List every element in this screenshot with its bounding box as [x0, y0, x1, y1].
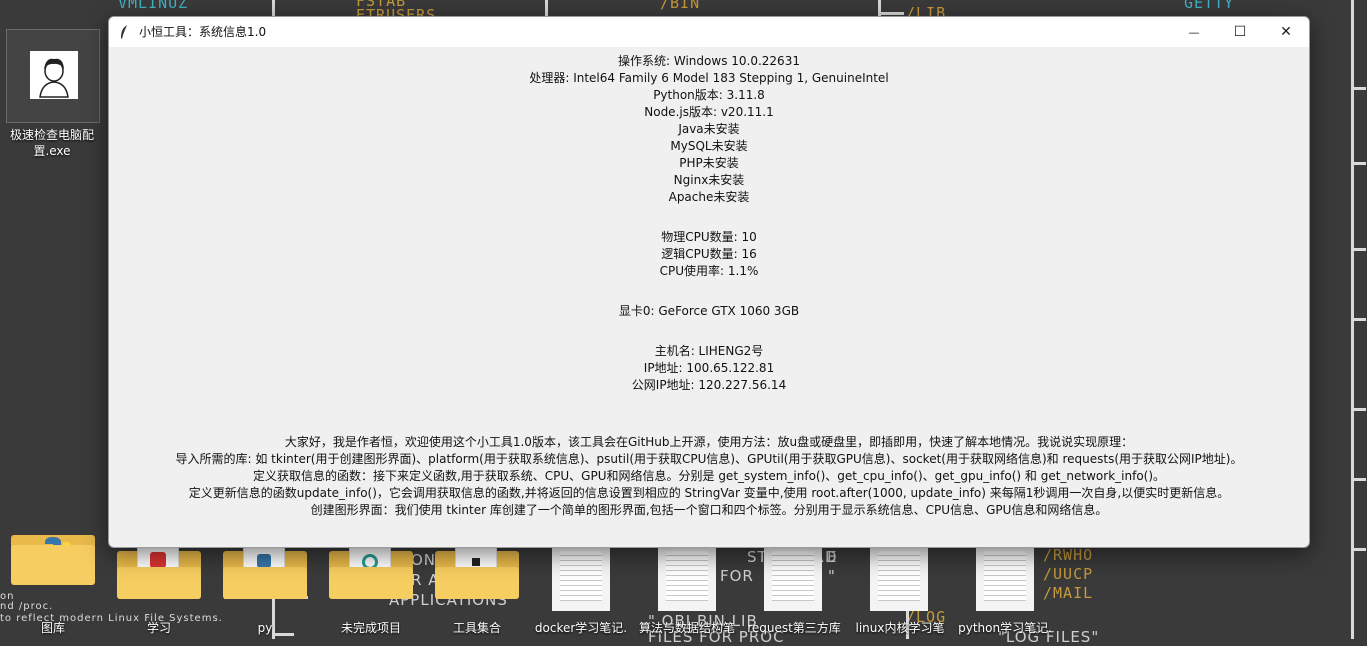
network-info-line: 公网IP地址: 120.227.56.14 — [631, 378, 787, 392]
wallpaper-tick — [1352, 408, 1366, 411]
desktop-icon-exe[interactable] — [6, 29, 100, 123]
network-info-line: IP地址: 100.65.122.81 — [643, 361, 775, 375]
title-bar[interactable]: 小恒工具：系统信息1.0 — ☐ ✕ — [109, 17, 1309, 47]
feather-icon — [119, 24, 129, 40]
system-info-line: Java未安装 — [678, 122, 740, 136]
close-button[interactable]: ✕ — [1263, 17, 1309, 47]
avatar-icon — [30, 51, 78, 99]
wallpaper-text: FOR — [720, 567, 754, 585]
wallpaper-tick — [1352, 318, 1366, 321]
system-info-line: 操作系统: Windows 10.0.22631 — [618, 54, 800, 68]
system-info-line: 处理器: Intel64 Family 6 Model 183 Stepping… — [529, 71, 889, 85]
minimize-icon: — — [1188, 26, 1200, 39]
system-info-line: Apache未安装 — [668, 190, 750, 204]
minimize-button[interactable]: — — [1171, 17, 1217, 47]
wallpaper-text: VMLINUZ — [118, 0, 189, 12]
python-folder-icon[interactable] — [11, 531, 95, 585]
network-info-label: 主机名: LIHENG2号 IP地址: 100.65.122.81 公网IP地址… — [109, 343, 1309, 394]
wallpaper-tick — [1352, 162, 1366, 165]
system-info-line: Nginx未安装 — [673, 173, 745, 187]
gpu-info-line: 显卡0: GeForce GTX 1060 3GB — [618, 304, 800, 318]
description-line: 定义获取信息的函数：接下来定义函数,用于获取系统、CPU、GPU和网络信息。分别… — [252, 469, 1166, 483]
wallpaper-text: /BIN — [660, 0, 701, 12]
cpu-info-label: 物理CPU数量: 10 逻辑CPU数量: 16 CPU使用率: 1.1% — [109, 229, 1309, 280]
maximize-icon: ☐ — [1233, 24, 1247, 40]
folder-icon[interactable] — [435, 545, 519, 599]
wallpaper-line — [878, 12, 904, 15]
system-info-line: Python版本: 3.11.8 — [653, 88, 765, 102]
exe-label: 极速检查电脑配置.exe — [9, 128, 94, 158]
cpu-info-line: 逻辑CPU数量: 16 — [661, 247, 757, 261]
maximize-button[interactable]: ☐ — [1217, 17, 1263, 47]
app-window: 小恒工具：系统信息1.0 — ☐ ✕ 操作系统: Windows 10.0.22… — [108, 16, 1310, 548]
gpu-info-label: 显卡0: GeForce GTX 1060 3GB — [109, 303, 1309, 320]
wallpaper-text: /MAIL — [1043, 584, 1094, 602]
wallpaper-tick — [1352, 248, 1366, 251]
description-line: 定义更新信息的函数update_info()，它会调用获取信息的函数,并将返回的… — [188, 486, 1230, 500]
description-label: 大家好，我是作者恒，欢迎使用这个小工具1.0版本，该工具会在GitHub上开源，… — [109, 434, 1309, 519]
folder-icon[interactable] — [223, 545, 307, 599]
system-info-line: PHP未安装 — [679, 156, 739, 170]
system-info-line: MySQL未安装 — [670, 139, 748, 153]
system-info-label: 操作系统: Windows 10.0.22631 处理器: Intel64 Fa… — [109, 53, 1309, 206]
folder-icon[interactable] — [329, 545, 413, 599]
wallpaper-text: E — [827, 548, 838, 566]
document-icon[interactable] — [764, 541, 822, 611]
wallpaper-tick — [1352, 548, 1366, 551]
wallpaper-text: /UUCP — [1043, 565, 1094, 583]
document-icon[interactable] — [552, 541, 610, 611]
folder-icon[interactable] — [117, 545, 201, 599]
description-line: 创建图形界面：我们使用 tkinter 库创建了一个简单的图形界面,包括一个窗口… — [310, 503, 1108, 517]
wallpaper-tick — [1352, 87, 1366, 90]
cpu-info-line: 物理CPU数量: 10 — [661, 230, 757, 244]
system-info-line: Node.js版本: v20.11.1 — [644, 105, 774, 119]
window-content: 操作系统: Windows 10.0.22631 处理器: Intel64 Fa… — [109, 47, 1309, 547]
close-icon: ✕ — [1280, 24, 1292, 40]
wallpaper-text: /RWHO — [1043, 546, 1094, 564]
description-line: 导入所需的库: 如 tkinter(用于创建图形界面)、platform(用于获… — [175, 452, 1243, 466]
window-title: 小恒工具：系统信息1.0 — [139, 25, 267, 39]
network-info-line: 主机名: LIHENG2号 — [654, 344, 764, 358]
wallpaper-tick — [1352, 478, 1366, 481]
document-icon[interactable] — [658, 541, 716, 611]
wallpaper-text: GETTY — [1184, 0, 1235, 12]
document-icon[interactable] — [976, 541, 1034, 611]
document-icon[interactable] — [870, 541, 928, 611]
description-line: 大家好，我是作者恒，欢迎使用这个小工具1.0版本，该工具会在GitHub上开源，… — [284, 435, 1134, 449]
wallpaper-text: " — [828, 567, 836, 585]
wallpaper-text: nd /proc. — [0, 601, 54, 612]
cpu-info-line: CPU使用率: 1.1% — [659, 264, 759, 278]
